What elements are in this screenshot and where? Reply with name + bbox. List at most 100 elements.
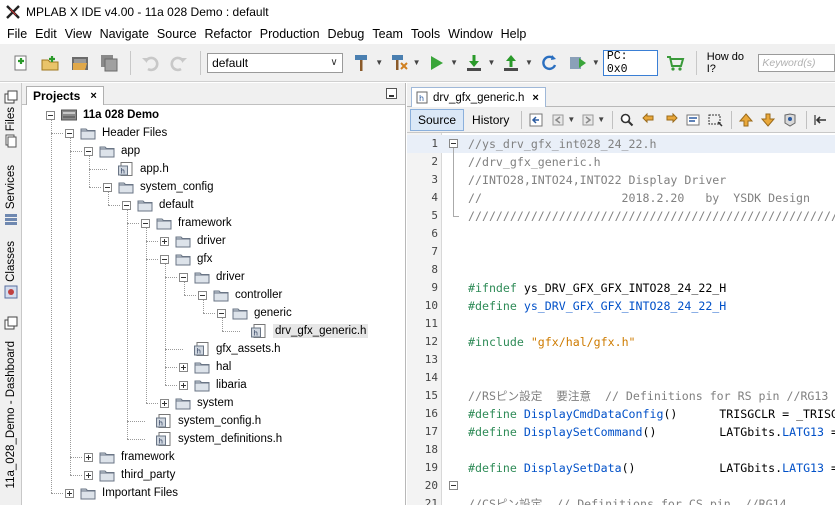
collapse-icon[interactable] [179,272,188,282]
tree-node[interactable]: h gfx_assets.h [179,340,281,358]
menu-navigate[interactable]: Navigate [96,24,153,44]
dropdown-arrow-icon[interactable]: ▼ [450,58,458,67]
reset-icon[interactable] [536,50,562,76]
menu-debug[interactable]: Debug [324,24,369,44]
fold-toggle-icon[interactable] [449,481,458,490]
read-device-icon[interactable] [498,50,524,76]
code-line[interactable]: 11 [407,315,835,333]
tree-node[interactable]: gfx [160,250,212,268]
tab-projects[interactable]: Projects × [26,86,104,105]
next-bookmark-icon[interactable] [758,110,778,130]
previous-bookmark-icon[interactable] [736,110,756,130]
code-line[interactable]: 15 //RSピン設定 要注意 // Definitions for RS pin… [407,387,835,405]
code-line[interactable]: 1 //ys_drv_gfx_int028_24_22.h [407,135,835,153]
collapse-icon[interactable] [160,254,169,264]
code-line[interactable]: 3 //INTO28,INTO24,INTO22 Display Driver [407,171,835,189]
forward-icon[interactable] [578,110,598,130]
code-line[interactable]: 17 #define DisplaySetCommand() LATGbits.L… [407,423,835,441]
collapse-icon[interactable] [103,182,112,192]
side-tab-projects-restore[interactable] [1,87,21,104]
code-line[interactable]: 2 //drv_gfx_generic.h [407,153,835,171]
tree-node[interactable]: system [160,394,233,412]
minimize-panel-button[interactable] [386,88,397,99]
tree-node[interactable]: app [84,142,140,160]
cart-icon[interactable] [662,50,688,76]
code-line[interactable]: 16 #define DisplayCmdDataConfig() TRISGCL… [407,405,835,423]
tree-node[interactable]: controller [198,286,282,304]
expand-icon[interactable] [160,236,169,246]
code-line[interactable]: 13 [407,351,835,369]
side-tab-files[interactable]: Files [1,107,21,148]
save-all-icon[interactable] [97,50,123,76]
code-line[interactable]: 21 //CSピン設定 // Definitions for CS pin //R… [407,495,835,505]
side-tab-services[interactable]: Services [1,165,21,226]
tree-node[interactable]: driver [179,268,245,286]
tree-node[interactable]: third_party [84,466,175,484]
dropdown-arrow-icon[interactable]: ▼ [488,58,496,67]
expand-icon[interactable] [65,488,74,498]
menu-view[interactable]: View [61,24,96,44]
fold-toggle-icon[interactable] [449,139,458,148]
tree-node[interactable]: h system_definitions.h [141,430,282,448]
dropdown-arrow-icon[interactable]: ▼ [597,115,605,124]
toggle-bookmark-icon[interactable] [780,110,800,130]
tree-node[interactable]: 11a 028 Demo [46,106,159,124]
toggle-rect-selection-icon[interactable] [705,110,725,130]
tree-node[interactable]: default [122,196,194,214]
collapse-icon[interactable] [46,110,55,120]
tree-node[interactable]: h drv_gfx_generic.h [236,322,369,340]
clean-build-icon[interactable] [386,50,412,76]
menu-refactor[interactable]: Refactor [201,24,256,44]
side-tab-dashboard-restore[interactable] [1,313,21,330]
menu-team[interactable]: Team [368,24,407,44]
undo-icon[interactable] [137,50,163,76]
dropdown-arrow-icon[interactable]: ▼ [525,58,533,67]
tree-node[interactable]: Important Files [65,484,178,502]
tree-node[interactable]: h system_config.h [141,412,261,430]
code-line[interactable]: 10 #define ys_DRV_GFX_GFX_INTO28_24_22_H [407,297,835,315]
collapse-icon[interactable] [198,290,207,300]
tree-node[interactable]: libaria [179,376,247,394]
dropdown-arrow-icon[interactable]: ▼ [592,58,600,67]
tree-node[interactable]: generic [217,304,292,322]
code-line[interactable]: 5 ///////////////////////////////////////… [407,207,835,225]
code-line[interactable]: 7 [407,243,835,261]
code-line[interactable]: 8 [407,261,835,279]
menu-production[interactable]: Production [256,24,324,44]
configuration-select[interactable]: default ∨ [207,52,343,73]
code-line[interactable]: 12 #include "gfx/hal/gfx.h" [407,333,835,351]
code-line[interactable]: 14 [407,369,835,387]
search-input[interactable]: Keyword(s) [758,53,835,72]
code-line[interactable]: 6 [407,225,835,243]
dropdown-arrow-icon[interactable]: ▼ [413,58,421,67]
menu-window[interactable]: Window [444,24,496,44]
tab-history[interactable]: History [464,109,517,131]
expand-icon[interactable] [179,362,188,372]
side-tab-dashboard[interactable]: 11a_028_Demo - Dashboard [1,341,21,488]
collapse-icon[interactable] [65,128,74,138]
expand-icon[interactable] [84,470,93,480]
toggle-highlight-icon[interactable] [683,110,703,130]
dropdown-arrow-icon[interactable]: ▼ [375,58,383,67]
code-line[interactable]: 20 [407,477,835,495]
code-line[interactable]: 9 #ifndef ys_DRV_GFX_GFX_INTO28_24_22_H [407,279,835,297]
tree-node[interactable]: framework [84,448,175,466]
shift-left-icon[interactable] [811,110,831,130]
expand-icon[interactable] [84,452,93,462]
tab-source[interactable]: Source [410,108,465,131]
menu-source[interactable]: Source [153,24,201,44]
expand-icon[interactable] [160,398,169,408]
side-tab-classes[interactable]: Classes [1,241,21,299]
redo-icon[interactable] [167,50,193,76]
dropdown-arrow-icon[interactable]: ▼ [567,115,575,124]
code-line[interactable]: 4 // 2018.2.20 by YSDK Design [407,189,835,207]
find-previous-icon[interactable] [639,110,659,130]
build-hammer-icon[interactable] [349,50,375,76]
menu-tools[interactable]: Tools [407,24,444,44]
new-project-icon[interactable] [38,50,64,76]
tree-node[interactable]: framework [141,214,232,232]
close-icon[interactable]: × [90,90,96,102]
menu-file[interactable]: File [3,24,31,44]
tab-drv-gfx-generic-h[interactable]: h drv_gfx_generic.h × [411,87,546,107]
debug-project-icon[interactable] [565,50,591,76]
